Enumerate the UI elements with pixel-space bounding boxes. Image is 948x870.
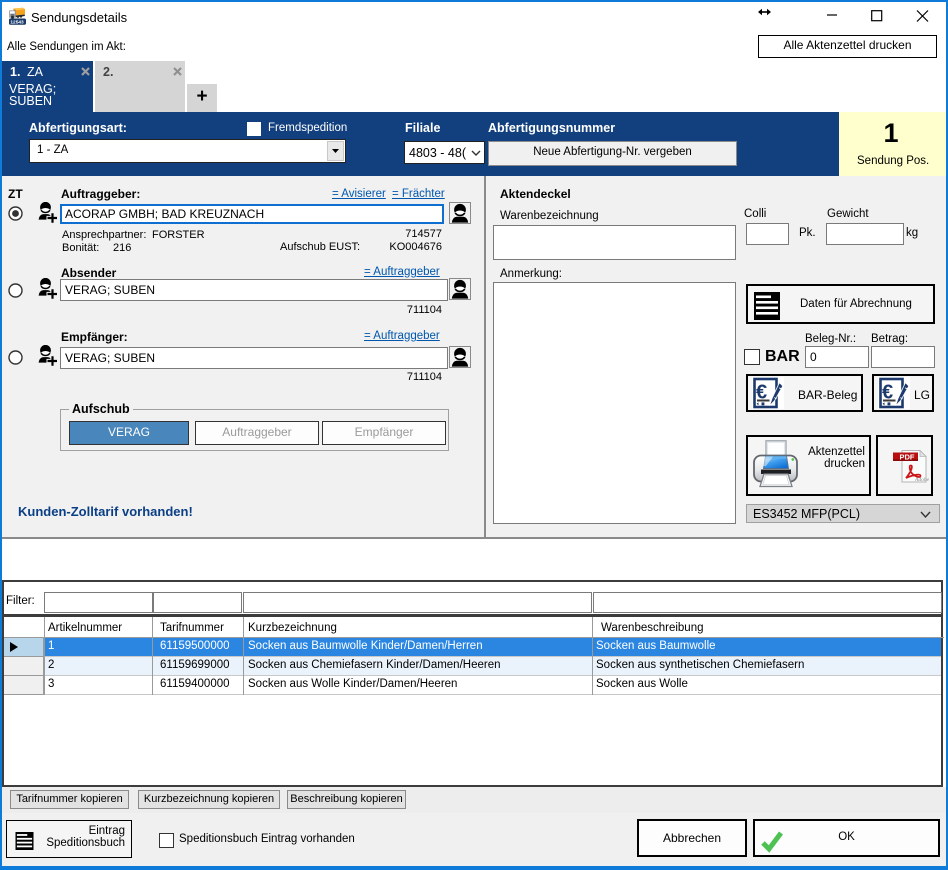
svg-text:PDF: PDF [900,453,915,462]
svg-text:Adobe: Adobe [914,477,929,483]
svg-text:12543: 12543 [10,19,24,25]
